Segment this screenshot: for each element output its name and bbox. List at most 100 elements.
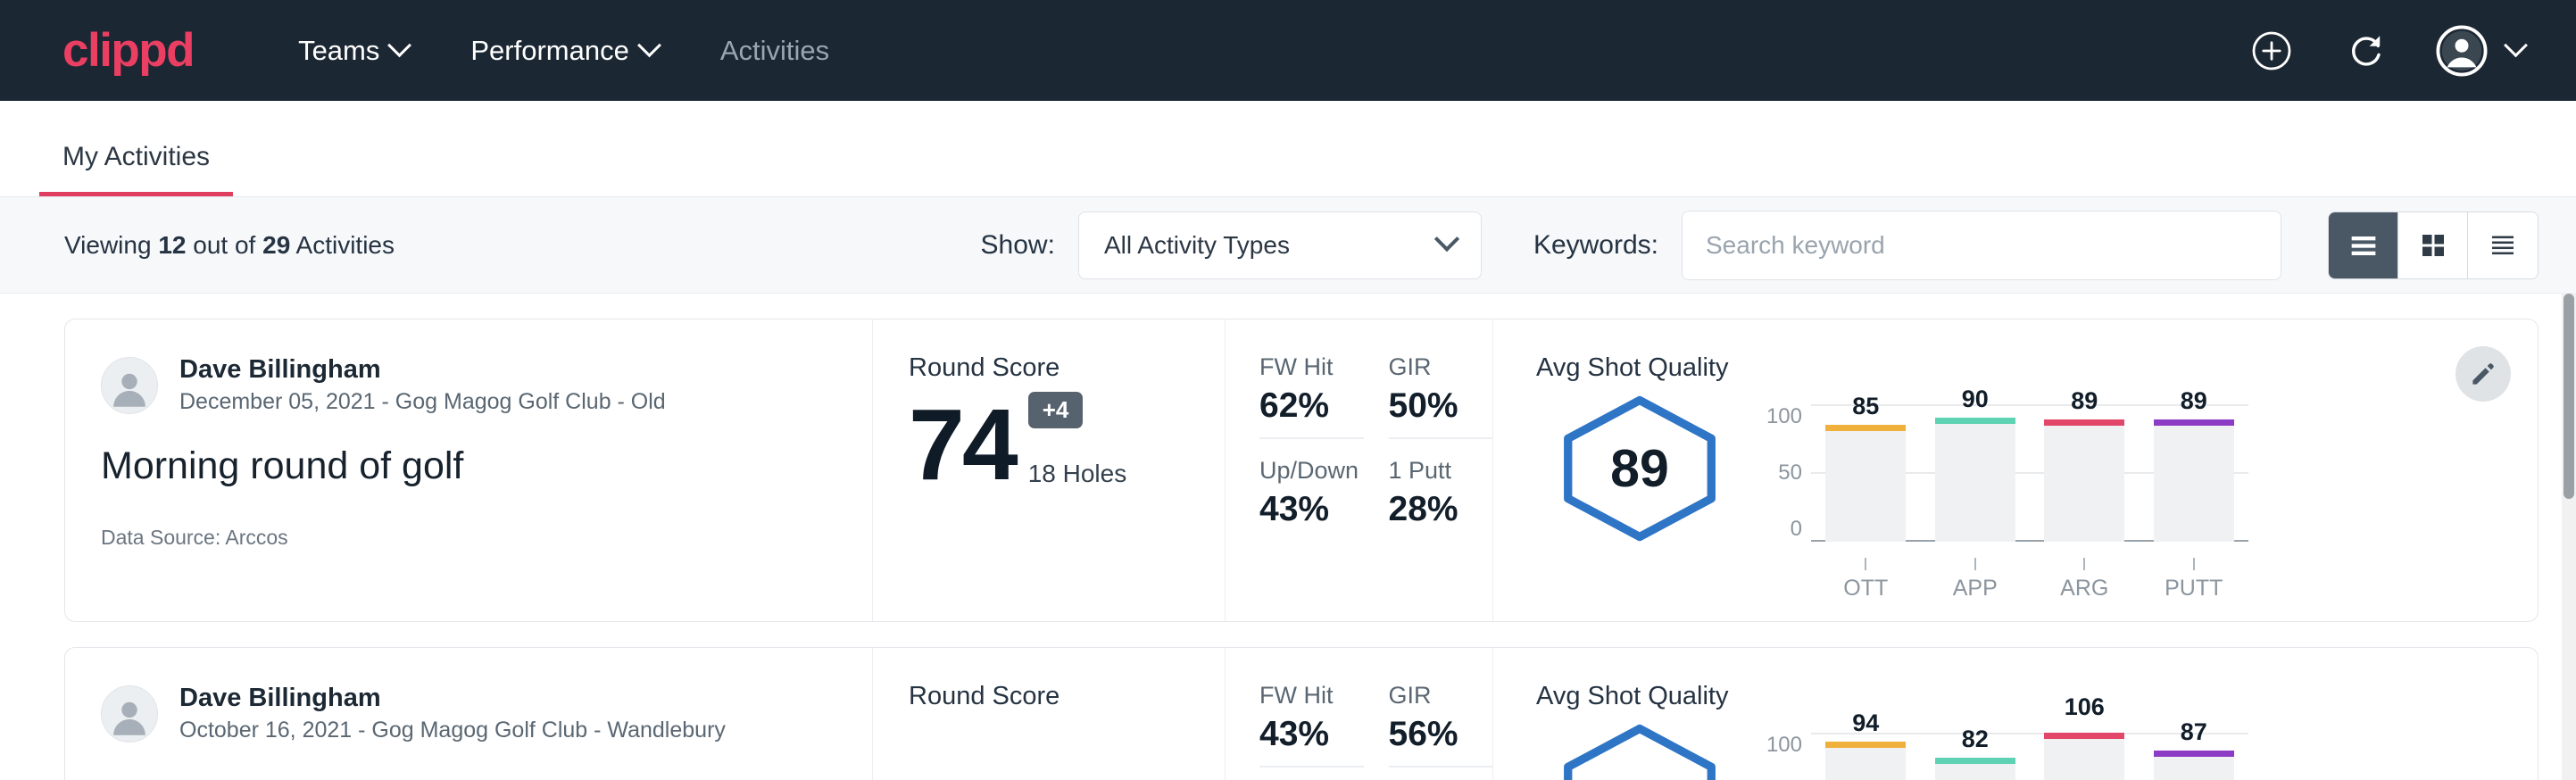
y-tick-100: 100 [1766, 733, 1802, 758]
x-tick-app-label: APP [1953, 576, 1998, 601]
avg-shot-quality-section: Avg Shot Quality 100 50 [1493, 648, 2538, 780]
stat-one-putt: 1 Putt 28% [1389, 457, 1493, 541]
round-score-row: 74 +4 18 Holes [909, 392, 1225, 492]
stat-fw-hit: FW Hit 62% [1259, 353, 1364, 439]
show-label: Show: [981, 230, 1055, 261]
viewing-total: 29 [262, 231, 290, 259]
quality-hexagon [1536, 717, 1743, 780]
list-view-icon [2346, 228, 2381, 263]
search-input[interactable] [1682, 211, 2281, 280]
activity-info: Dave Billingham December 05, 2021 - Gog … [65, 319, 873, 621]
main-nav: Teams Performance Activities [267, 35, 860, 67]
bar-value-app: 82 [1935, 726, 2015, 753]
bar-value-putt: 87 [2154, 718, 2234, 746]
chevron-down-icon [1434, 226, 1459, 251]
viewing-prefix: Viewing [64, 231, 152, 259]
bar-column-ott: 85 [1825, 404, 1906, 542]
chart-plot-area: 94 82 [1811, 733, 2248, 780]
nav-item-performance[interactable]: Performance [439, 35, 688, 67]
activity-type-select[interactable]: All Activity Types [1078, 212, 1482, 279]
nav-item-activities[interactable]: Activities [689, 35, 860, 67]
stat-fw-hit-label: FW Hit [1259, 682, 1364, 709]
quality-hexagon: 89 [1536, 388, 1743, 544]
viewing-count: 12 [158, 231, 186, 259]
viewing-suffix: Activities [296, 231, 395, 259]
stat-fw-hit-label: FW Hit [1259, 353, 1364, 381]
bar-value-arg: 106 [2044, 693, 2124, 721]
activity-meta: December 05, 2021 - Gog Magog Golf Club … [179, 389, 666, 415]
tickmark [2083, 558, 2085, 570]
viewing-middle: out of [193, 231, 255, 259]
bar-column-putt: 89 [2154, 404, 2234, 542]
view-mode-list-button[interactable] [2329, 212, 2398, 278]
x-tick-ott: OTT [1825, 558, 1906, 602]
filter-toolbar: Viewing 12 out of 29 Activities Show: Al… [0, 197, 2576, 294]
tickmark [1974, 558, 1976, 570]
nav-item-teams[interactable]: Teams [267, 35, 439, 67]
tab-bar: My Activities [0, 101, 2576, 197]
holes-played: 18 Holes [1028, 460, 1127, 488]
add-button[interactable] [2247, 26, 2297, 76]
score-to-par-badge: +4 [1028, 392, 1084, 428]
shot-quality-chart: 100 50 0 85 [1763, 388, 2248, 602]
account-menu[interactable] [2436, 25, 2524, 77]
stat-one-putt-value: 28% [1389, 490, 1493, 529]
stat-up-down: Up/Down 43% [1259, 457, 1364, 541]
clippd-logo[interactable]: clippd [62, 27, 194, 74]
activity-title: Morning round of golf [101, 444, 833, 488]
bar-value-app: 90 [1935, 386, 2015, 413]
stat-gir-label: GIR [1389, 682, 1493, 709]
view-mode-toggle [2328, 212, 2539, 279]
activity-info: Dave Billingham October 16, 2021 - Gog M… [65, 648, 873, 780]
y-tick-0: 0 [1791, 517, 1802, 542]
chart-x-axis: OTT APP ARG PUTT [1811, 558, 2248, 602]
player-name: Dave Billingham [179, 355, 666, 385]
avatar [101, 357, 158, 414]
round-score-section: Round Score 74 +4 18 Holes [873, 319, 1226, 621]
stat-gir: GIR 50% [1389, 353, 1493, 439]
player-row: Dave Billingham October 16, 2021 - Gog M… [101, 684, 833, 743]
x-tick-arg-label: ARG [2060, 576, 2108, 601]
tab-my-activities[interactable]: My Activities [39, 142, 233, 196]
stat-gir-value: 50% [1389, 386, 1493, 426]
account-avatar-icon [2436, 25, 2488, 77]
stat-gir-value: 56% [1389, 715, 1493, 754]
stat-fw-hit-value: 62% [1259, 386, 1364, 426]
tickmark [2193, 558, 2195, 570]
tickmark [1865, 558, 1866, 570]
chart-y-axis: 100 50 0 [1763, 733, 1811, 780]
chart-plot-area: 85 90 [1811, 404, 2248, 542]
activity-card[interactable]: Dave Billingham October 16, 2021 - Gog M… [64, 647, 2539, 780]
activity-stats: FW Hit 62% GIR 50% Up/Down 43% 1 Putt 28… [1226, 319, 1493, 621]
avg-shot-quality-label: Avg Shot Quality [1536, 682, 2538, 711]
header-actions [2247, 25, 2524, 77]
bar-value-arg: 89 [2044, 387, 2124, 415]
player-name: Dave Billingham [179, 684, 726, 713]
round-score-section: Round Score [873, 648, 1226, 780]
scrollbar-thumb[interactable] [2564, 294, 2574, 499]
edit-activity-button[interactable] [2456, 346, 2511, 402]
activity-card[interactable]: Dave Billingham December 05, 2021 - Gog … [64, 319, 2539, 622]
vertical-scrollbar[interactable] [2562, 294, 2576, 780]
bar-value-putt: 89 [2154, 387, 2234, 415]
stat-gir: GIR 56% [1389, 682, 1493, 768]
stat-one-putt-label: 1 Putt [1389, 457, 1493, 485]
y-tick-50: 50 [1778, 461, 1802, 485]
round-score-label: Round Score [909, 682, 1225, 711]
refresh-button[interactable] [2341, 26, 2391, 76]
bar-cap-ott [1825, 742, 1906, 748]
bar-cap-putt [2154, 419, 2234, 426]
avg-shot-quality-label: Avg Shot Quality [1536, 353, 2538, 383]
bar-cap-arg [2044, 419, 2124, 426]
x-tick-app: APP [1935, 558, 2015, 602]
chevron-down-icon [387, 33, 411, 57]
bar-cap-putt [2154, 751, 2234, 757]
view-mode-grid-button[interactable] [2398, 212, 2468, 278]
x-tick-putt-label: PUTT [2165, 576, 2223, 601]
view-mode-compact-button[interactable] [2468, 212, 2538, 278]
nav-activities-label: Activities [720, 35, 829, 67]
bar-cap-app [1935, 758, 2015, 764]
avatar [101, 685, 158, 743]
grid-view-icon [2417, 229, 2449, 261]
bar-column-app: 90 [1935, 404, 2015, 542]
